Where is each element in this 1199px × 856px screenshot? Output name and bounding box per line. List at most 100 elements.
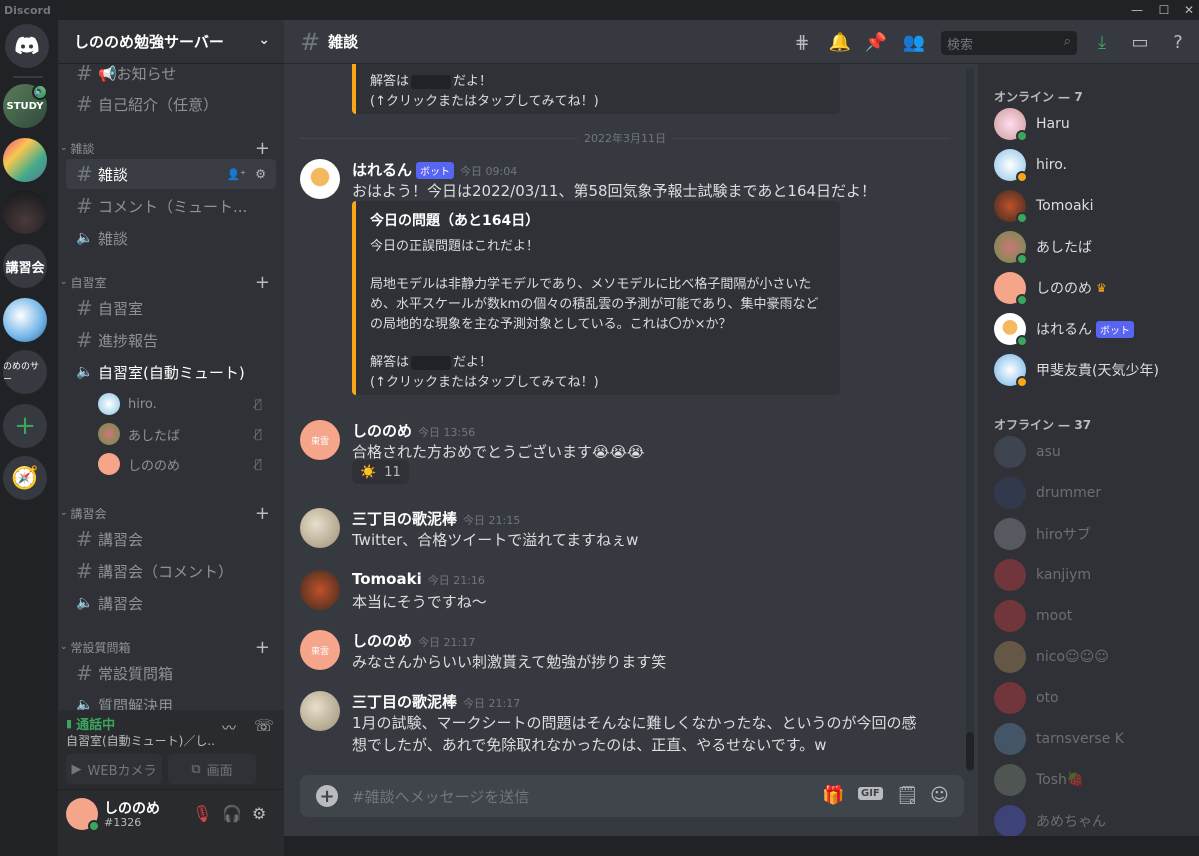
inbox-icon[interactable]: ▭ (1128, 30, 1152, 54)
member[interactable]: Tomoaki (994, 188, 1194, 224)
channel-zatsudan[interactable]: # 雑談 👤⁺ ⚙ (66, 159, 276, 189)
server-header[interactable]: しののめ勉強サーバー ⌄ (58, 20, 284, 64)
voice-channel-qa-solve[interactable]: 🔈 質問解決用 (66, 690, 276, 711)
message-author[interactable]: しののめ (352, 630, 412, 651)
member[interactable]: hiroサブ (994, 516, 1194, 552)
add-channel-icon[interactable]: + (255, 637, 270, 658)
gear-icon[interactable]: ⚙ (255, 167, 266, 181)
message-author[interactable]: 三丁目の歌泥棒 (352, 691, 457, 712)
channel-lecture[interactable]: # 講習会 (66, 524, 276, 554)
message-input[interactable]: #雑談へメッセージを送信 (352, 786, 529, 807)
member[interactable]: はれるん ボット (994, 311, 1194, 347)
maximize-icon[interactable]: ☐ (1151, 0, 1177, 20)
attach-plus-icon[interactable]: + (316, 785, 338, 807)
scrollbar-thumb[interactable] (966, 732, 974, 770)
member[interactable]: hiro. (994, 147, 1194, 183)
avatar[interactable] (300, 691, 340, 731)
channel-lecture-comment[interactable]: # 講習会（コメント） (66, 556, 276, 586)
channel-comment-mute[interactable]: # コメント（ミュート... (66, 191, 276, 221)
discord-home-icon[interactable] (5, 24, 49, 68)
emoji-icon[interactable]: ☺ (930, 785, 949, 806)
scrollbar-track[interactable] (966, 68, 974, 772)
member[interactable]: moot (994, 598, 1194, 634)
status-online-icon (1016, 294, 1028, 306)
minimize-icon[interactable]: — (1124, 0, 1150, 20)
member[interactable]: しののめ ♛ (994, 270, 1194, 306)
avatar[interactable] (300, 570, 340, 610)
avatar[interactable]: 東雲 (300, 420, 340, 460)
channel-announcements[interactable]: # 📢お知らせ (66, 64, 276, 88)
member[interactable]: drummer (994, 475, 1194, 511)
add-channel-icon[interactable]: + (255, 138, 270, 159)
bell-icon[interactable]: 🔔 (828, 30, 852, 54)
sticker-icon[interactable]: 🗒 (896, 785, 919, 806)
channel-intro[interactable]: # 自己紹介（任意） (66, 89, 276, 119)
search-input[interactable]: 検索 ⌕ (941, 31, 1077, 55)
add-channel-icon[interactable]: + (255, 503, 270, 524)
noise-suppression-icon[interactable]: 〰 (222, 718, 236, 738)
category-zatsudan[interactable]: ⌄ 雑談 + (60, 138, 276, 159)
channel-jishushitsu[interactable]: # 自習室 (66, 293, 276, 323)
mic-muted-icon[interactable]: 🎙 (192, 804, 212, 823)
voice-user[interactable]: しののめ 🎙̸ (98, 451, 268, 477)
category-lecture[interactable]: ⌄ 講習会 + (60, 503, 276, 524)
add-member-icon[interactable]: 👤⁺ (226, 168, 246, 181)
connection-status[interactable]: ▮ 通話中 (66, 714, 115, 733)
avatar[interactable]: 東雲 (300, 630, 340, 670)
message-author[interactable]: はれるん (352, 159, 412, 180)
member[interactable]: tarnsverse K (994, 721, 1194, 757)
voice-channel-zatsudan[interactable]: 🔈 雑談 (66, 223, 276, 253)
threads-icon[interactable]: ⋕ (790, 30, 814, 54)
settings-gear-icon[interactable]: ⚙ (252, 804, 266, 823)
avatar[interactable] (300, 159, 340, 199)
reaction-button[interactable]: ☀️ 11 (352, 460, 409, 484)
server-night-icon[interactable] (3, 190, 47, 234)
voice-channel-lecture[interactable]: 🔈 講習会 (66, 588, 276, 618)
avatar[interactable] (300, 508, 340, 548)
member[interactable]: あめちゃん (994, 803, 1194, 836)
category-qa[interactable]: ⌄ 常設質問箱 + (60, 637, 276, 658)
message-author[interactable]: Tomoaki (352, 570, 422, 588)
download-icon[interactable]: ⤓ (1090, 30, 1114, 54)
chevron-down-icon[interactable]: ⌄ (258, 32, 270, 48)
member[interactable]: asu (994, 434, 1194, 470)
channel-sidebar: しののめ勉強サーバー ⌄ # 📢お知らせ # 自己紹介（任意） ⌄ 雑談 + # 雑談 👤… (58, 20, 284, 856)
voice-user[interactable]: あしたば 🎙̸ (98, 421, 268, 447)
voice-channel-path[interactable]: 自習室(自動ミュート)／し... (66, 732, 216, 749)
close-icon[interactable]: ✕ (1176, 0, 1199, 20)
message-author[interactable]: しののめ (352, 420, 412, 441)
add-channel-icon[interactable]: + (255, 272, 270, 293)
voice-user[interactable]: hiro. 🎙̸ (98, 391, 268, 417)
members-icon[interactable]: 👥 (902, 30, 926, 54)
member[interactable]: あしたば (994, 229, 1194, 265)
pin-icon[interactable]: 📌 (864, 30, 888, 54)
member[interactable]: nico☺☺☺ (994, 639, 1194, 675)
spoiler[interactable] (411, 355, 452, 370)
spoiler[interactable] (411, 74, 452, 89)
channel-qa[interactable]: # 常設質問箱 (66, 658, 276, 688)
disconnect-icon[interactable]: ☏ (254, 716, 274, 735)
screen-share-button[interactable]: ⧉ 画面 (168, 754, 256, 784)
help-icon[interactable]: ? (1166, 30, 1190, 54)
message-composer[interactable]: + #雑談へメッセージを送信 🎁 GIF 🗒 ☺ (300, 775, 964, 817)
member[interactable]: Tosh🍓 (994, 762, 1194, 798)
server-sky-icon[interactable] (3, 298, 47, 342)
avatar[interactable] (66, 798, 100, 832)
explore-compass-icon[interactable]: 🧭 (3, 456, 47, 500)
camera-button[interactable]: ▶ WEBカメラ (66, 754, 162, 784)
category-jishushitsu[interactable]: ⌄ 自習室 + (60, 272, 276, 293)
server-blocks-icon[interactable] (3, 138, 47, 182)
headphones-icon[interactable]: 🎧 (222, 804, 242, 823)
server-lecture-icon[interactable]: 講習会 (3, 244, 47, 288)
voice-channel-jishushitsu-auto-mute[interactable]: 🔈 自習室(自動ミュート) (66, 357, 276, 387)
member[interactable]: oto (994, 680, 1194, 716)
member[interactable]: 甲斐友貴(天気少年) (994, 352, 1194, 388)
server-nome-icon[interactable]: のめのサー (3, 350, 47, 394)
channel-progress[interactable]: # 進捗報告 (66, 325, 276, 355)
add-server-icon[interactable]: + (3, 404, 47, 448)
message-author[interactable]: 三丁目の歌泥棒 (352, 508, 457, 529)
member[interactable]: kanjiym (994, 557, 1194, 593)
gif-icon[interactable]: GIF (858, 787, 883, 800)
member[interactable]: Haru (994, 106, 1194, 142)
gift-icon[interactable]: 🎁 (822, 785, 844, 806)
